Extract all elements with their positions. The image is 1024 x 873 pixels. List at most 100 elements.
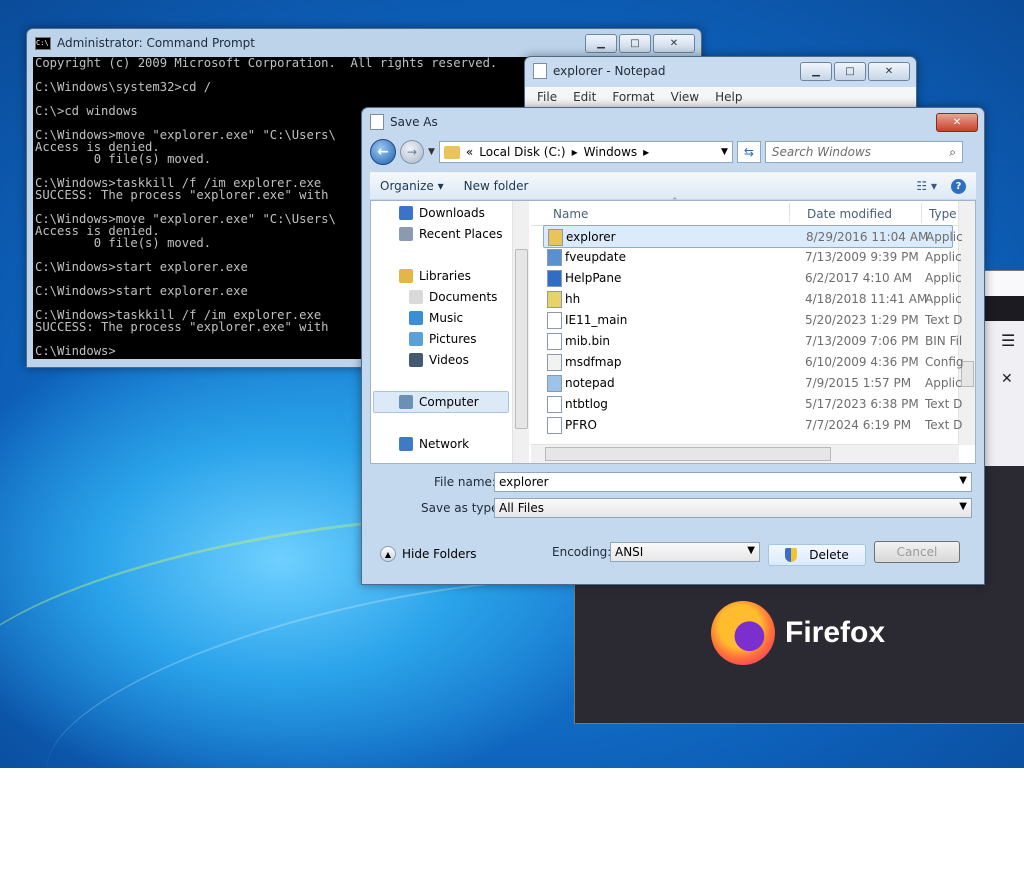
notepad-menubar: File Edit Format View Help [525, 87, 916, 107]
back-button[interactable]: ← [370, 139, 396, 165]
file-row[interactable]: msdfmap 6/10/2009 4:36 PM Config [543, 351, 964, 372]
file-type: Applic [925, 270, 962, 285]
nav-item-label: Documents [429, 290, 498, 304]
nav-item-label: Pictures [429, 332, 477, 346]
file-row[interactable]: HelpPane 6/2/2017 4:10 AM Applic [543, 267, 962, 288]
file-name: hh [565, 291, 581, 306]
file-name-input[interactable]: explorer ▼ [494, 472, 972, 492]
file-type: BIN Fil [925, 333, 963, 348]
dialog-toolbar: Organize ▾ New folder ☷ ▾ ? [370, 172, 976, 199]
address-dropdown-icon[interactable]: ▼ [721, 147, 728, 157]
recent-locations-dropdown[interactable]: ▼ [428, 147, 435, 157]
save-as-type-select[interactable]: All Files ▼ [494, 498, 972, 518]
nav-item-recent-places[interactable]: Recent Places [399, 227, 502, 241]
chevron-down-icon[interactable]: ▼ [959, 501, 967, 512]
file-icon [547, 333, 562, 350]
search-icon[interactable]: ⌕ [949, 145, 956, 160]
chevron-down-icon[interactable]: ▼ [959, 475, 967, 486]
file-type: Applic [925, 291, 962, 306]
encoding-select[interactable]: ANSI ▼ [610, 542, 760, 562]
help-icon[interactable]: ? [951, 178, 966, 194]
notepad-icon [533, 63, 547, 79]
nav-item-network[interactable]: Network [399, 437, 469, 451]
hide-folders-button[interactable]: ▲ Hide Folders [380, 546, 477, 562]
menu-edit[interactable]: Edit [573, 90, 596, 104]
nav-item-computer[interactable]: Computer [399, 395, 479, 409]
column-date-modified[interactable]: Date modified [807, 207, 892, 221]
network-icon [399, 437, 413, 451]
file-date: 5/20/2023 1:29 PM [805, 312, 919, 327]
navigation-bar: ← → ▼ « Local Disk (C:) ▸ Windows ▸ ▼ ⇆ … [370, 138, 976, 166]
menu-file[interactable]: File [537, 90, 557, 104]
view-options-icon[interactable]: ☷ ▾ [916, 179, 937, 193]
file-row[interactable]: notepad 7/9/2015 1:57 PM Applic [543, 372, 962, 393]
hamburger-menu-icon[interactable]: ☰ [1001, 331, 1015, 350]
close-icon[interactable]: ✕ [1001, 371, 1013, 387]
address-prefix[interactable]: « [466, 145, 473, 159]
organize-button[interactable]: Organize ▾ [370, 179, 454, 193]
dialog-title: Save As [390, 115, 438, 129]
breadcrumb-chevron-icon[interactable]: ▸ [643, 145, 649, 159]
delete-button[interactable]: Delete [768, 544, 866, 566]
chevron-down-icon[interactable]: ▼ [747, 545, 755, 556]
nav-item-label: Music [429, 311, 464, 325]
nav-item-downloads[interactable]: Downloads [399, 206, 485, 220]
file-name: mib.bin [565, 333, 611, 348]
horizontal-scrollbar[interactable] [531, 444, 959, 463]
save-as-dialog[interactable]: Save As ✕ ← → ▼ « Local Disk (C:) ▸ Wind… [361, 107, 985, 585]
file-row[interactable]: IE11_main 5/20/2023 1:29 PM Text D [543, 309, 962, 330]
maximize-button[interactable]: □ [619, 34, 651, 53]
breadcrumb-chevron-icon[interactable]: ▸ [572, 145, 578, 159]
column-type[interactable]: Type [929, 207, 957, 221]
file-name: msdfmap [565, 354, 622, 369]
notepad-window[interactable]: explorer - Notepad ▁ □ ✕ File Edit Forma… [524, 56, 917, 108]
file-row[interactable]: explorer 8/29/2016 11:04 AM Applic [543, 225, 963, 248]
file-name: notepad [565, 375, 615, 390]
minimize-button[interactable]: ▁ [800, 62, 832, 81]
file-list[interactable]: Name ⌃ Date modified Type explorer 8/29/2… [531, 197, 975, 463]
scrollbar-thumb[interactable] [545, 447, 831, 461]
text-file-icon [547, 396, 562, 413]
minimize-button[interactable]: ▁ [585, 34, 617, 53]
file-date: 7/9/2015 1:57 PM [805, 375, 912, 390]
downloads-folder-icon [399, 206, 413, 220]
file-name: explorer [566, 229, 616, 244]
nav-scrollbar[interactable] [512, 201, 529, 463]
file-name-value[interactable]: explorer [499, 475, 549, 489]
cmd-title: Administrator: Command Prompt [57, 36, 255, 50]
save-as-titlebar[interactable]: Save As [362, 108, 984, 136]
breadcrumb-windows[interactable]: Windows [584, 145, 638, 159]
breadcrumb-local-disk[interactable]: Local Disk (C:) [479, 145, 565, 159]
nav-item-documents[interactable]: Documents [409, 290, 497, 304]
column-name[interactable]: Name [553, 207, 588, 221]
close-button[interactable]: ✕ [868, 62, 910, 81]
file-type: Text D [925, 417, 963, 432]
nav-item-videos[interactable]: Videos [409, 353, 469, 367]
nav-item-pictures[interactable]: Pictures [409, 332, 477, 346]
nav-item-music[interactable]: Music [409, 311, 463, 325]
menu-help[interactable]: Help [715, 90, 742, 104]
menu-format[interactable]: Format [612, 90, 654, 104]
file-row[interactable]: ntbtlog 5/17/2023 6:38 PM Text D [543, 393, 962, 414]
recent-places-icon [399, 227, 413, 241]
search-box[interactable]: Search Windows ⌕ [764, 141, 963, 163]
refresh-button[interactable]: ⇆ [736, 141, 761, 163]
menu-view[interactable]: View [671, 90, 699, 104]
file-date: 6/2/2017 4:10 AM [805, 270, 913, 285]
address-bar[interactable]: « Local Disk (C:) ▸ Windows ▸ ▼ [438, 141, 733, 163]
file-date: 7/13/2009 9:39 PM [805, 249, 919, 264]
nav-item-libraries[interactable]: Libraries [399, 269, 471, 283]
file-row[interactable]: mib.bin 7/13/2009 7:06 PM BIN Fil [543, 330, 962, 351]
maximize-button[interactable]: □ [834, 62, 866, 81]
forward-button[interactable]: → [400, 140, 424, 164]
file-row[interactable]: fveupdate 7/13/2009 9:39 PM Applic [543, 246, 962, 267]
navigation-pane[interactable]: Downloads Recent Places Libraries Documents… [371, 201, 519, 463]
file-row[interactable]: hh 4/18/2018 11:41 AM Applic [543, 288, 962, 309]
close-button[interactable]: ✕ [936, 113, 978, 132]
new-folder-button[interactable]: New folder [454, 179, 539, 193]
cancel-button[interactable]: Cancel [874, 541, 960, 563]
scrollbar-thumb[interactable] [515, 249, 528, 429]
encoding-label: Encoding: [552, 545, 612, 559]
close-button[interactable]: ✕ [653, 34, 695, 53]
file-row[interactable]: PFRO 7/7/2024 6:19 PM Text D [543, 414, 962, 435]
